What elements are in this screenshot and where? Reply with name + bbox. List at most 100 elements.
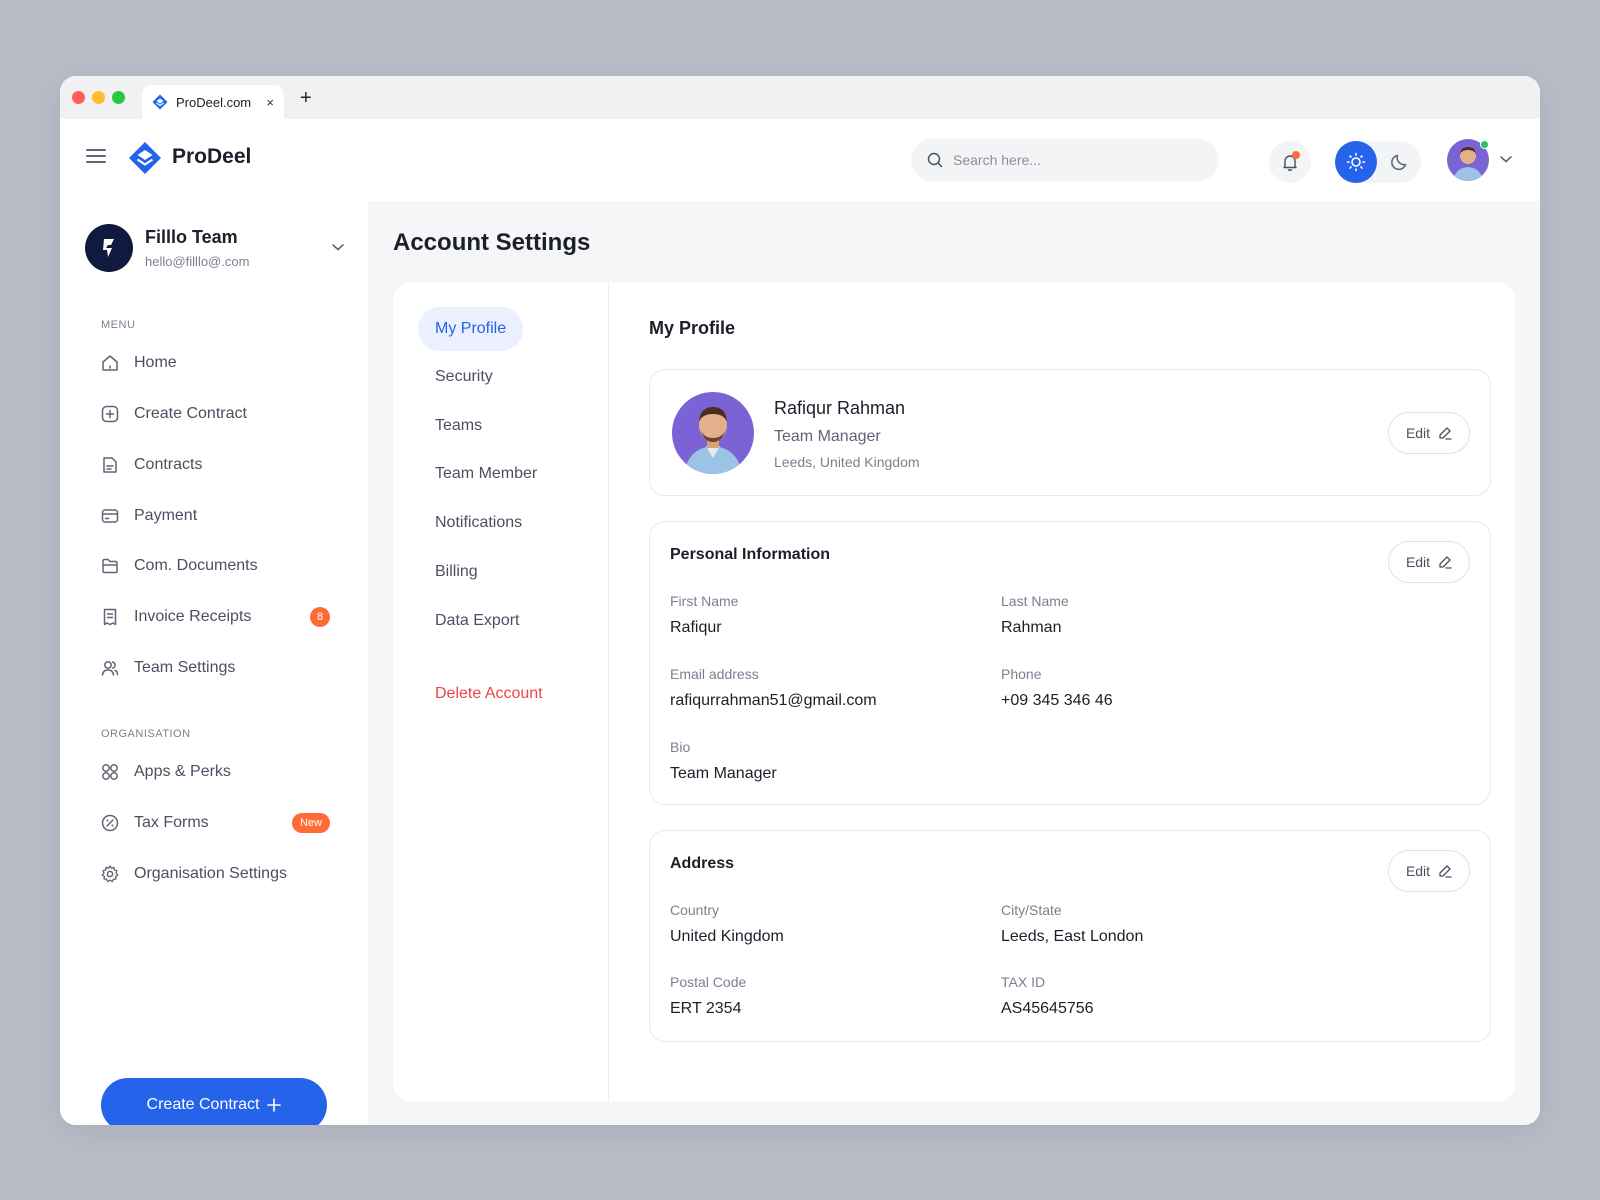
settings-nav: My Profile Security Teams Team Member No… [393,282,609,1102]
city-value: Leeds, East London [1001,928,1144,945]
sidebar-item-apps-perks[interactable]: Apps & Perks [100,754,330,790]
sidebar-item-contracts[interactable]: Contracts [100,447,330,483]
window-maximize-button[interactable] [112,91,125,104]
users-icon [101,661,119,676]
main-content: Account Settings My Profile Security Tea… [368,201,1540,1125]
search-icon [927,152,943,168]
profile-card: Rafiqur Rahman Team Manager Leeds, Unite… [649,369,1491,496]
tab-data-export[interactable]: Data Export [418,599,536,643]
sidebar-item-label: Contracts [134,456,203,473]
delete-account-button[interactable]: Delete Account [418,672,560,716]
sun-icon [1346,152,1366,172]
create-contract-button[interactable]: Create Contract [101,1078,327,1125]
sidebar-item-invoice-receipts[interactable]: Invoice Receipts 8 [100,599,330,635]
postal-code-label: Postal Code [670,974,747,990]
sidebar-item-tax-forms[interactable]: Tax Forms New [100,805,330,841]
personal-information-title: Personal Information [670,546,831,563]
browser-tab-title: ProDeel.com [176,94,252,110]
settings-panel: My Profile Security Teams Team Member No… [393,282,1515,1102]
hamburger-menu-icon[interactable] [86,149,106,163]
address-card: Address Edit Country United Kingdom City… [649,830,1491,1042]
first-name-field: First Name Rafiqur [670,593,990,637]
bio-label: Bio [670,739,691,755]
create-contract-label: Create Contract [146,1096,260,1113]
sidebar: Filllo Team hello@filllo@.com MENU Home … [60,201,368,1125]
pencil-icon [1439,556,1452,569]
tax-id-field: TAX ID AS45645756 [1001,974,1321,1018]
team-logo [85,224,133,272]
plus-icon [267,1098,282,1112]
notification-dot [1292,151,1300,159]
menu-section-label: MENU [101,319,136,331]
last-name-value: Rahman [1001,619,1062,636]
sidebar-item-home[interactable]: Home [100,345,330,381]
search-input[interactable] [953,152,1193,168]
tab-teams[interactable]: Teams [418,404,499,448]
document-icon [103,457,117,473]
tab-team-member[interactable]: Team Member [418,452,554,496]
sidebar-item-label: Com. Documents [134,557,258,574]
profile-photo-icon [672,392,754,474]
edit-label: Edit [1405,425,1431,441]
address-title: Address [670,855,735,872]
tab-close-icon[interactable]: × [266,95,274,110]
team-switcher[interactable]: Filllo Team hello@filllo@.com [85,224,345,274]
folder-icon [102,558,118,574]
tab-notifications[interactable]: Notifications [418,501,539,545]
online-status-dot [1480,140,1489,149]
gear-icon [101,865,119,883]
first-name-value: Rafiqur [670,619,722,636]
brand-name: ProDeel [172,145,252,168]
grid-icon [102,764,118,780]
sidebar-item-label: Organisation Settings [134,865,287,882]
tax-id-value: AS45645756 [1001,1000,1094,1017]
edit-address-button[interactable]: Edit [1388,850,1470,892]
phone-field: Phone +09 345 346 46 [1001,666,1321,710]
percent-icon [101,814,119,832]
search-bar[interactable] [911,139,1219,181]
profile-location: Leeds, United Kingdom [774,454,920,470]
dark-mode-button[interactable] [1379,141,1421,183]
sidebar-item-team-settings[interactable]: Team Settings [100,650,330,686]
home-icon [102,355,118,371]
sidebar-item-label: Tax Forms [134,814,209,831]
organisation-section-label: ORGANISATION [101,728,191,740]
sidebar-item-create-contract[interactable]: Create Contract [100,396,330,432]
profile-role: Team Manager [774,428,881,445]
sidebar-item-organisation-settings[interactable]: Organisation Settings [100,856,330,892]
window-minimize-button[interactable] [92,91,105,104]
last-name-label: Last Name [1001,593,1069,609]
sidebar-item-label: Team Settings [134,659,236,676]
receipt-icon [103,608,117,626]
browser-tab-bar: ProDeel.com × + [60,76,1540,119]
sidebar-item-label: Apps & Perks [134,763,231,780]
pencil-icon [1439,865,1452,878]
prodeel-logo-icon [129,142,161,174]
light-mode-button[interactable] [1335,141,1377,183]
sidebar-item-label: Payment [134,507,198,524]
chevron-down-icon[interactable] [1499,154,1513,164]
browser-tab[interactable]: ProDeel.com × [142,85,284,119]
tab-security[interactable]: Security [418,355,510,399]
sidebar-item-payment[interactable]: Payment [100,498,330,534]
team-logo-icon [103,239,114,257]
personal-information-card: Personal Information Edit First Name Raf… [649,521,1491,805]
notifications-button[interactable] [1269,141,1311,183]
edit-profile-button[interactable]: Edit [1388,412,1470,454]
theme-toggle[interactable] [1335,141,1421,183]
plus-square-icon [101,405,119,423]
bio-field: Bio Team Manager [670,739,990,783]
tab-billing[interactable]: Billing [418,550,495,594]
edit-label: Edit [1405,554,1431,570]
new-tab-button[interactable]: + [300,88,312,108]
page-title: Account Settings [393,229,591,256]
sidebar-item-com-documents[interactable]: Com. Documents [100,548,330,584]
sidebar-item-label: Home [134,354,177,371]
moon-icon [1391,154,1407,171]
edit-personal-information-button[interactable]: Edit [1388,541,1470,583]
tab-my-profile[interactable]: My Profile [418,307,524,351]
city-label: City/State [1001,902,1062,918]
country-field: Country United Kingdom [670,902,990,946]
profile-avatar [672,392,754,474]
window-close-button[interactable] [72,91,85,104]
